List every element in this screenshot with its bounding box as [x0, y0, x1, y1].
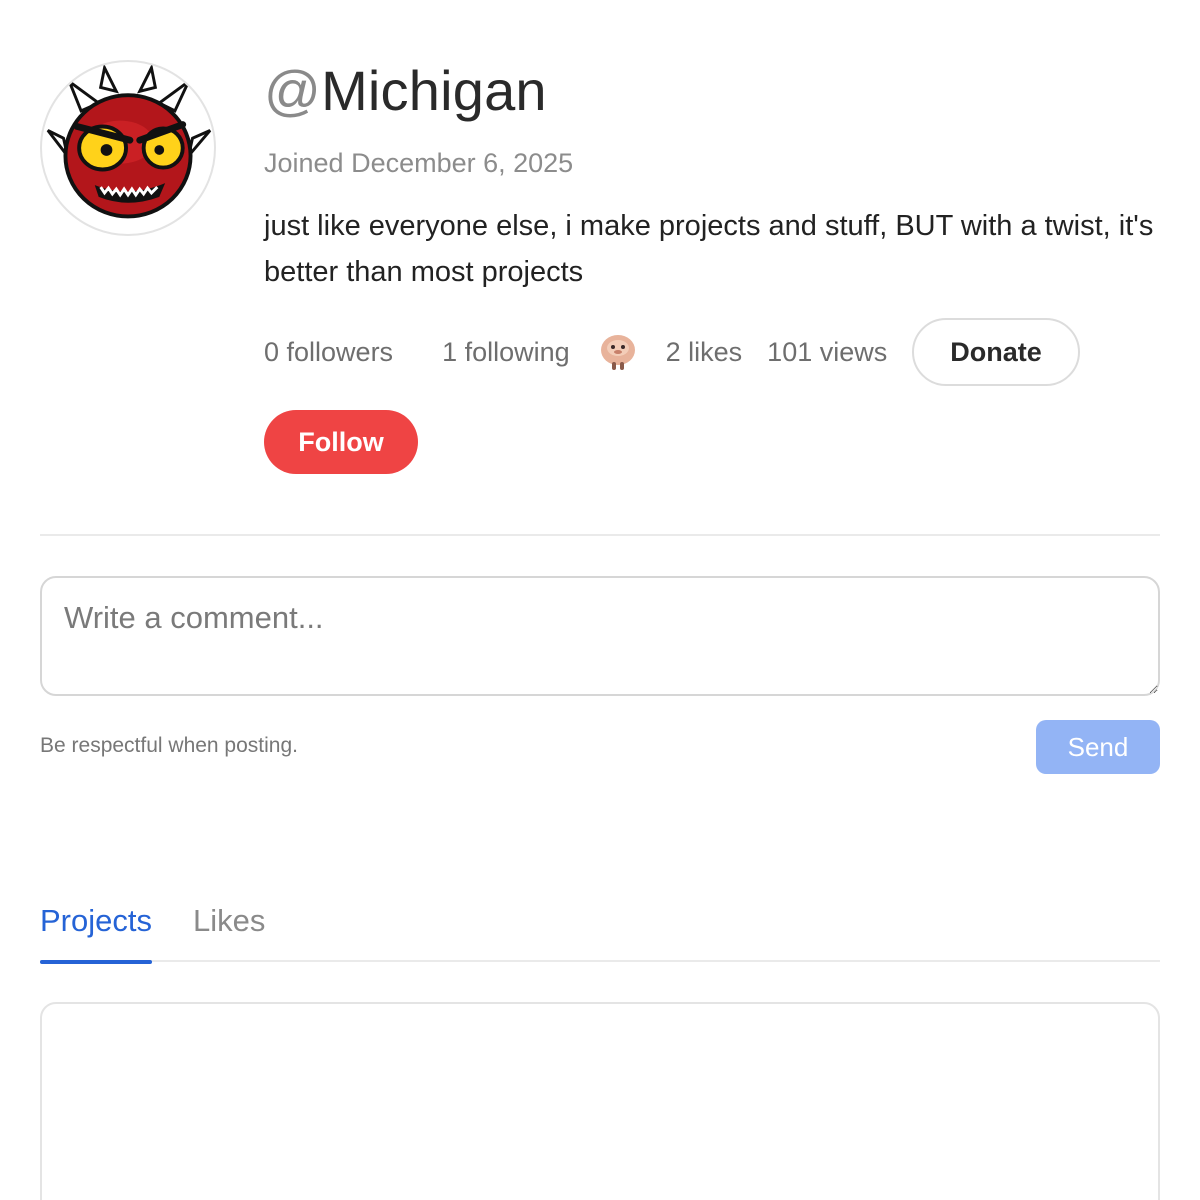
- red-demon-face-icon: [46, 63, 212, 219]
- donate-button[interactable]: Donate: [912, 318, 1080, 386]
- bio: just like everyone else, i make projects…: [264, 210, 1154, 288]
- tab-likes[interactable]: Likes: [193, 890, 265, 962]
- following-avatar[interactable]: [595, 330, 640, 374]
- likes-count: 2 likes: [665, 336, 743, 367]
- username-text: Michigan: [321, 59, 547, 122]
- pink-creature-icon: [600, 335, 635, 370]
- profile-tabs: Projects Likes: [40, 890, 1160, 964]
- username: @Michigan: [264, 58, 547, 123]
- profile-page: @Michigan Joined December 6, 2025 just l…: [0, 0, 1200, 1200]
- divider: [40, 534, 1160, 536]
- send-button[interactable]: Send: [1036, 720, 1160, 774]
- at-symbol: @: [264, 59, 322, 122]
- follow-button[interactable]: Follow: [264, 410, 418, 474]
- avatar: [40, 60, 216, 236]
- following-count[interactable]: 1 following: [442, 337, 570, 368]
- comment-hint: Be respectful when posting.: [40, 734, 298, 757]
- tab-projects[interactable]: Projects: [40, 890, 152, 964]
- views-count: 101 views: [767, 336, 888, 367]
- followers-count[interactable]: 0 followers: [264, 337, 393, 368]
- comment-input[interactable]: [40, 576, 1160, 696]
- profile-stats: 0 followers 1 following 2 likes 101 view…: [264, 318, 1080, 386]
- join-date: Joined December 6, 2025: [264, 148, 574, 178]
- projects-panel: [40, 1002, 1160, 1200]
